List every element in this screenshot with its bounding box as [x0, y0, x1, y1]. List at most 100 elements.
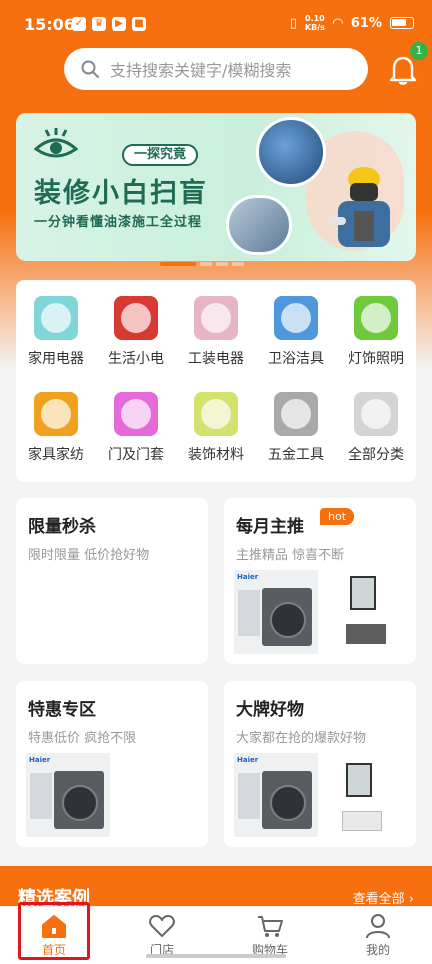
cart-icon: [258, 916, 283, 937]
banner-photo-painting: [256, 117, 326, 187]
pagination-dot[interactable]: [216, 262, 228, 266]
category-label: 家用电器: [28, 351, 84, 367]
promo-title: 大牌好物: [236, 700, 304, 720]
commercial-appliance-icon: [194, 296, 238, 340]
bell-icon[interactable]: [388, 54, 418, 86]
category-item[interactable]: 卫浴洁具: [256, 296, 336, 368]
eye-icon: [34, 128, 78, 158]
category-item[interactable]: 生活小电: [96, 296, 176, 368]
washer-door: [270, 602, 306, 638]
banner-pagination: [160, 262, 244, 266]
promo-title: 限量秒杀: [28, 517, 96, 537]
lighting-icon: [354, 296, 398, 340]
brand-logo: Haier: [237, 573, 259, 581]
worker-illustration: [328, 167, 390, 247]
category-icon-detail: [121, 303, 151, 333]
home-tab-highlight: [18, 902, 90, 960]
washer-product-image[interactable]: Haier: [26, 753, 110, 837]
view-all-link[interactable]: 查看全部 ›: [353, 888, 414, 907]
category-item[interactable]: 工装电器: [176, 296, 256, 368]
appliance-icon: [34, 296, 78, 340]
tab-label: 我的: [365, 943, 390, 957]
view-all-label: 查看全部: [352, 892, 405, 907]
notification-icons: ✓ ♛ ▶ ■: [72, 17, 146, 31]
battery-icon: [390, 17, 414, 29]
bathroom-icon: [274, 296, 318, 340]
category-item[interactable]: 五金工具: [256, 392, 336, 464]
decor-icon: [194, 392, 238, 436]
search-placeholder: 支持搜索关键字/模糊搜索: [110, 61, 292, 80]
cabinet-base: [346, 624, 386, 644]
category-icon-detail: [201, 303, 231, 333]
pagination-dot[interactable]: [200, 262, 212, 266]
net-speed: 0.10 KB/s: [305, 14, 325, 32]
category-label: 灯饰照明: [348, 351, 404, 367]
cabinet-product-image[interactable]: [346, 574, 390, 654]
status-bar: 15:06 ✓ ♛ ▶ ■ ▯ 0.10 KB/s ◠ 61%: [0, 0, 432, 50]
wifi-icon: ◠: [332, 15, 343, 31]
washer-door: [62, 785, 98, 821]
category-label: 家具家纺: [28, 447, 84, 463]
search-icon: [81, 60, 99, 78]
category-item[interactable]: 装饰材料: [176, 392, 256, 464]
store-heart-icon: [149, 915, 175, 937]
app-icon: ■: [132, 17, 146, 31]
category-item[interactable]: 家用电器: [16, 296, 96, 368]
hardware-icon: [274, 392, 318, 436]
product-spec-panel: [30, 773, 52, 819]
promo-brand-picks[interactable]: 大牌好物 大家都在抢的爆款好物 Haier: [224, 681, 416, 847]
cabinet-product-image[interactable]: [342, 761, 386, 841]
search-bar[interactable]: 支持搜索关键字/模糊搜索: [64, 48, 368, 90]
category-icon-detail: [41, 303, 71, 333]
product-spec-panel: [238, 590, 260, 636]
all-categories-icon: [354, 392, 398, 436]
tab-profile[interactable]: 我的: [324, 907, 432, 964]
furniture-icon: [34, 392, 78, 436]
status-right: ▯ 0.10 KB/s ◠ 61%: [290, 14, 414, 32]
door-icon: [114, 392, 158, 436]
banner-title: 装修小白扫盲: [34, 178, 208, 209]
category-label: 门及门套: [108, 447, 164, 463]
promo-title: 特惠专区: [28, 700, 96, 720]
promo-monthly-featured[interactable]: 每月主推 hot 主推精品 惊喜不断 Haier: [224, 498, 416, 664]
washer-door: [270, 785, 306, 821]
category-icon-detail: [41, 399, 71, 429]
check-icon: ✓: [72, 17, 86, 31]
battery-level: 61%: [350, 15, 382, 31]
washer-product-image[interactable]: Haier: [234, 570, 318, 654]
banner-photo-roller: [226, 195, 292, 255]
promo-title: 每月主推: [236, 517, 304, 537]
promo-banner[interactable]: 一探究竟 装修小白扫盲 一分钟看懂油漆施工全过程: [16, 113, 416, 261]
crown-icon: ♛: [92, 17, 106, 31]
category-label: 卫浴洁具: [268, 351, 324, 367]
pagination-dot[interactable]: [160, 262, 196, 266]
category-grid: 家用电器 生活小电 工装电器 卫浴洁具 灯饰照明家具家纺 门及门套 装饰材料 五金工具 全部分类: [16, 280, 416, 482]
promo-subtitle: 大家都在抢的爆款好物: [236, 731, 367, 746]
hot-badge: hot: [320, 508, 355, 525]
category-item[interactable]: 全部分类: [336, 392, 416, 464]
cabinet-base: [342, 811, 382, 831]
promo-special-deals[interactable]: 特惠专区 特惠低价 疯抢不限 Haier: [16, 681, 208, 847]
play-icon: ▶: [112, 17, 126, 31]
category-item[interactable]: 家具家纺: [16, 392, 96, 464]
category-label: 工装电器: [188, 351, 244, 367]
category-label: 装饰材料: [188, 447, 244, 463]
category-icon-detail: [361, 303, 391, 333]
status-time: 15:06: [24, 15, 75, 34]
category-label: 生活小电: [108, 351, 164, 367]
vibrate-icon: ▯: [289, 15, 297, 31]
net-speed-unit: KB/s: [304, 23, 325, 32]
brand-logo: Haier: [237, 756, 259, 764]
washer-product-image[interactable]: Haier: [234, 753, 318, 837]
promo-flash-sale[interactable]: 限量秒杀 限时限量 低价抢好物: [16, 498, 208, 664]
brand-logo: Haier: [29, 756, 51, 764]
banner-tag: 一探究竟: [122, 144, 199, 166]
pagination-dot[interactable]: [232, 262, 244, 266]
category-item[interactable]: 灯饰照明: [336, 296, 416, 368]
category-item[interactable]: 门及门套: [96, 392, 176, 464]
profile-icon: [366, 914, 390, 939]
cabinet-mirror: [350, 576, 376, 610]
product-spec-panel: [238, 773, 260, 819]
category-label: 全部分类: [348, 447, 404, 463]
category-icon-detail: [361, 399, 391, 429]
